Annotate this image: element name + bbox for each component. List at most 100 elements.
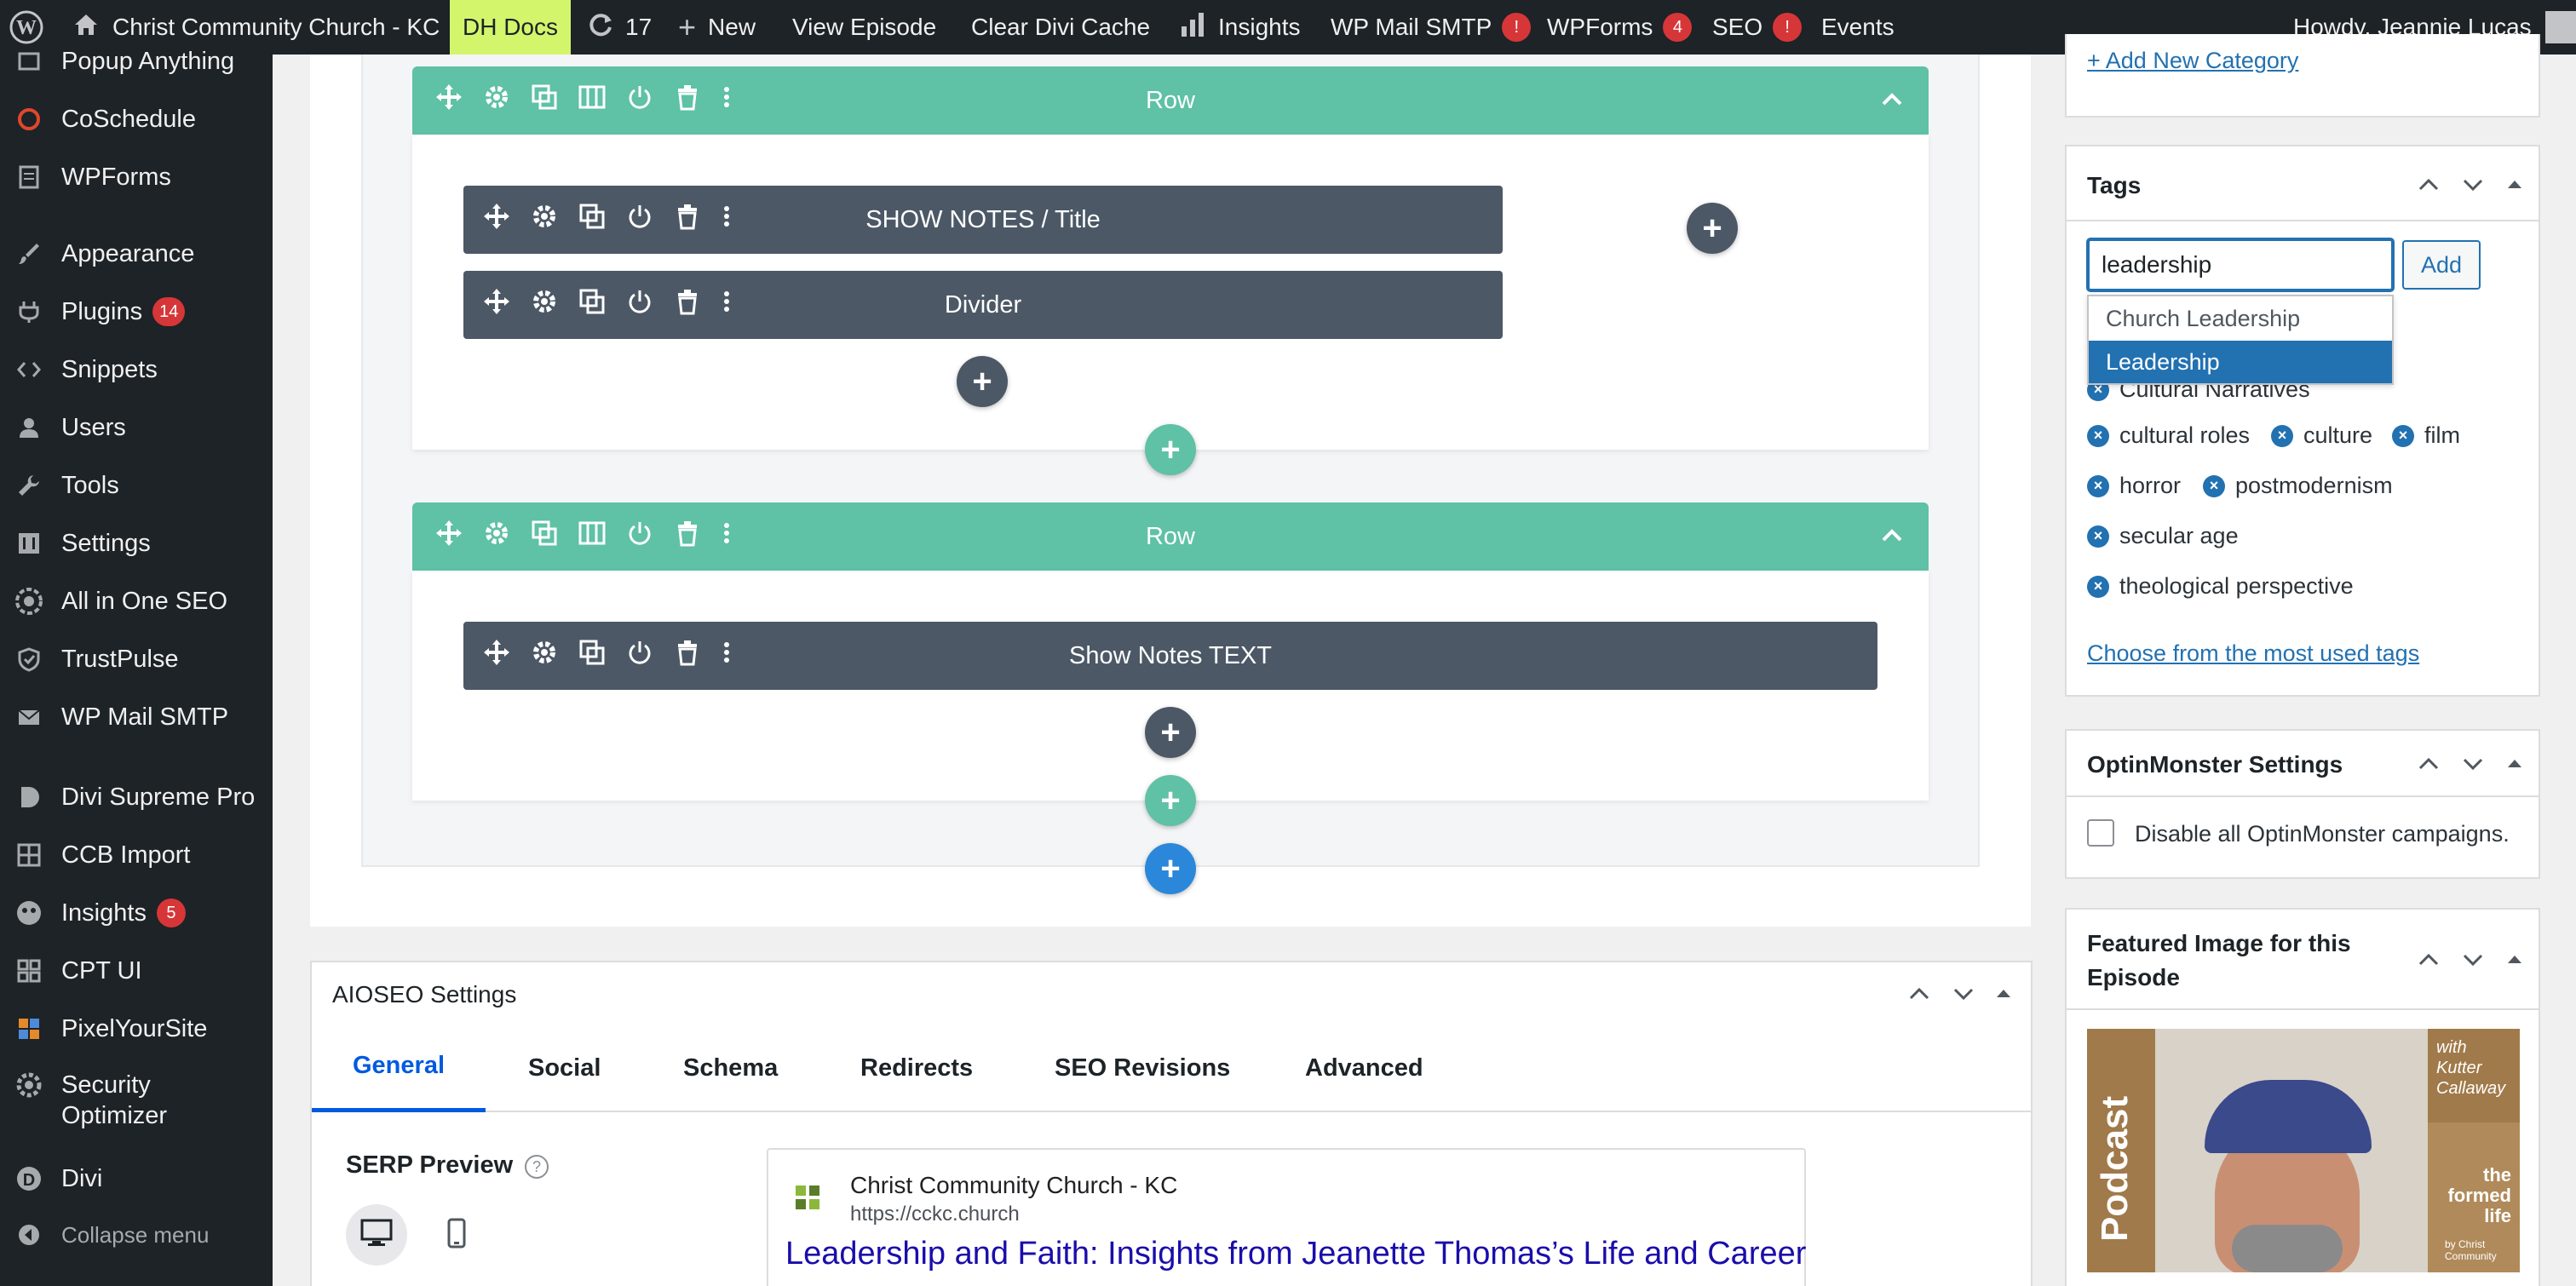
updates-count: 17 [625,14,653,40]
chevron-down-icon[interactable] [2460,751,2486,781]
remove-tag-icon[interactable]: × [2087,575,2109,598]
sidebar-item-trustpulse[interactable]: TrustPulse [0,634,273,685]
wpforms-menu[interactable]: WPForms 4 [1547,0,1693,55]
sidebar-item-cpt-ui[interactable]: CPT UI [0,945,273,996]
aioseo-icon [14,586,44,617]
chevron-down-icon[interactable] [2460,947,2486,977]
add-new-category-link[interactable]: + Add New Category [2087,48,2298,74]
tab-social[interactable]: Social [528,1024,601,1112]
add-module-button[interactable]: + [1145,707,1196,758]
tab-seo-revisions[interactable]: SEO Revisions [1055,1024,1230,1112]
toggle-panel-icon[interactable] [2504,174,2525,198]
add-module-button[interactable]: + [957,356,1008,407]
brand-word-2: formed [2447,1185,2511,1206]
insights-menu[interactable]: Insights [1179,0,1301,55]
chevron-down-icon[interactable] [2460,172,2486,202]
updates-link[interactable]: 17 [586,0,652,55]
sidebar-item-appearance[interactable]: Appearance [0,228,273,279]
sidebar-item-snippets[interactable]: Snippets [0,344,273,395]
tab-schema[interactable]: Schema [683,1024,778,1112]
toggle-panel-icon[interactable] [2504,949,2525,973]
chevron-up-icon[interactable] [1879,523,1905,555]
suggestion-item-selected[interactable]: Leadership [2089,341,2392,383]
add-row-button[interactable]: + [1145,424,1196,475]
wp-mail-smtp-menu[interactable]: WP Mail SMTP ! [1331,0,1532,55]
sidebar-item-divi-supreme-pro[interactable]: Divi Supreme Pro [0,772,273,823]
collapse-label: Collapse menu [61,1221,210,1248]
sidebar-item-ccb-import[interactable]: CCB Import [0,830,273,881]
sidebar-item-pixelyoursite[interactable]: PixelYourSite [0,1003,273,1054]
toggle-panel-icon[interactable] [2504,753,2525,778]
sidebar-item-tools[interactable]: Tools [0,460,273,511]
add-tag-button[interactable]: Add [2402,240,2481,290]
chevron-up-icon[interactable] [2416,172,2441,202]
sidebar-item-insights[interactable]: Insights 5 [0,887,273,939]
most-used-tags-link[interactable]: Choose from the most used tags [2087,640,2419,667]
events-link[interactable]: Events [1821,0,1895,55]
wpforms-icon [14,162,44,192]
module-divider[interactable]: Divider [463,271,1503,339]
mobile-preview-button[interactable] [426,1204,487,1266]
chevron-up-icon[interactable] [2416,751,2441,781]
with-text: with [2436,1038,2467,1057]
sidebar-item-divi[interactable]: D Divi [0,1153,273,1204]
import-icon [14,840,44,870]
divi-supreme-icon [14,782,44,812]
add-row-button[interactable]: + [1145,775,1196,826]
tab-redirects[interactable]: Redirects [860,1024,973,1112]
disable-campaigns-label: Disable all OptinMonster campaigns. [2135,821,2510,847]
sidebar-item-all-in-one-seo[interactable]: All in One SEO [0,576,273,627]
chevron-up-icon[interactable] [1906,981,1932,1011]
toggle-panel-icon[interactable] [1993,983,2014,1008]
sidebar-item-label: CPT UI [61,956,142,985]
plus-icon: + [1160,781,1181,819]
remove-tag-icon[interactable]: × [2087,474,2109,497]
remove-tag-icon[interactable]: × [2087,525,2109,548]
disable-campaigns-checkbox[interactable] [2087,819,2114,847]
clear-divi-cache-link[interactable]: Clear Divi Cache [971,0,1150,55]
remove-tag-icon[interactable]: × [2392,424,2414,447]
tab-general[interactable]: General [312,1024,486,1112]
add-section-button[interactable]: + [1145,843,1196,894]
sidebar-item-users[interactable]: Users [0,402,273,453]
tag-label: horror [2119,473,2182,498]
seo-menu[interactable]: SEO ! [1712,0,1803,55]
sidebar-item-settings[interactable]: Settings [0,518,273,569]
sidebar-item-popup-anything[interactable]: Popup Anything [0,36,273,87]
sidebar-item-coschedule[interactable]: CoSchedule [0,94,273,145]
serp-title[interactable]: Leadership and Faith: Insights from Jean… [785,1233,1806,1274]
remove-tag-icon[interactable]: × [2271,424,2293,447]
module-show-notes-text[interactable]: Show Notes TEXT [463,622,1877,690]
sidebar-item-plugins[interactable]: Plugins 14 [0,286,273,337]
featured-image[interactable]: Podcast with Kutter Callaway the formed … [2087,1029,2520,1272]
row-header[interactable]: Row [412,502,1929,571]
sidebar-item-security-optimizer[interactable]: Security Optimizer [0,1061,273,1138]
chevron-up-icon[interactable] [1879,87,1905,119]
new-content-menu[interactable]: + New [678,0,756,55]
module-show-notes-title[interactable]: SHOW NOTES / Title [463,186,1503,254]
tag-label: secular age [2119,523,2239,548]
suggestion-item[interactable]: Church Leadership [2089,296,2392,341]
sidebar-item-wp-mail-smtp[interactable]: WP Mail SMTP [0,692,273,743]
add-module-button[interactable]: + [1687,203,1738,254]
tab-advanced[interactable]: Advanced [1305,1024,1423,1112]
optinmonster-panel: OptinMonster Settings Disable all OptinM… [2065,729,2540,879]
aioseo-panel-header: AIOSEO Settings [312,962,2031,1025]
view-episode-link[interactable]: View Episode [792,0,936,55]
chevron-down-icon[interactable] [1951,981,1976,1011]
plug-icon [14,296,44,327]
tag-input[interactable] [2087,238,2394,291]
remove-tag-icon[interactable]: × [2087,424,2109,447]
help-icon[interactable]: ? [523,1153,550,1185]
tag-item: × postmodernism [2203,473,2393,499]
desktop-preview-button[interactable] [346,1204,407,1266]
wpforms-count-badge: 4 [1663,13,1693,42]
row-header[interactable]: Row [412,66,1929,135]
sidebar-item-label: Divi Supreme Pro [61,783,256,811]
collapse-menu-button[interactable]: Collapse menu [0,1209,273,1260]
dh-docs-link[interactable]: DH Docs [450,0,571,55]
sidebar-item-wpforms[interactable]: WPForms [0,152,273,203]
remove-tag-icon[interactable]: × [2203,474,2225,497]
serp-site-name: Christ Community Church - KC [850,1172,1178,1198]
chevron-up-icon[interactable] [2416,947,2441,977]
